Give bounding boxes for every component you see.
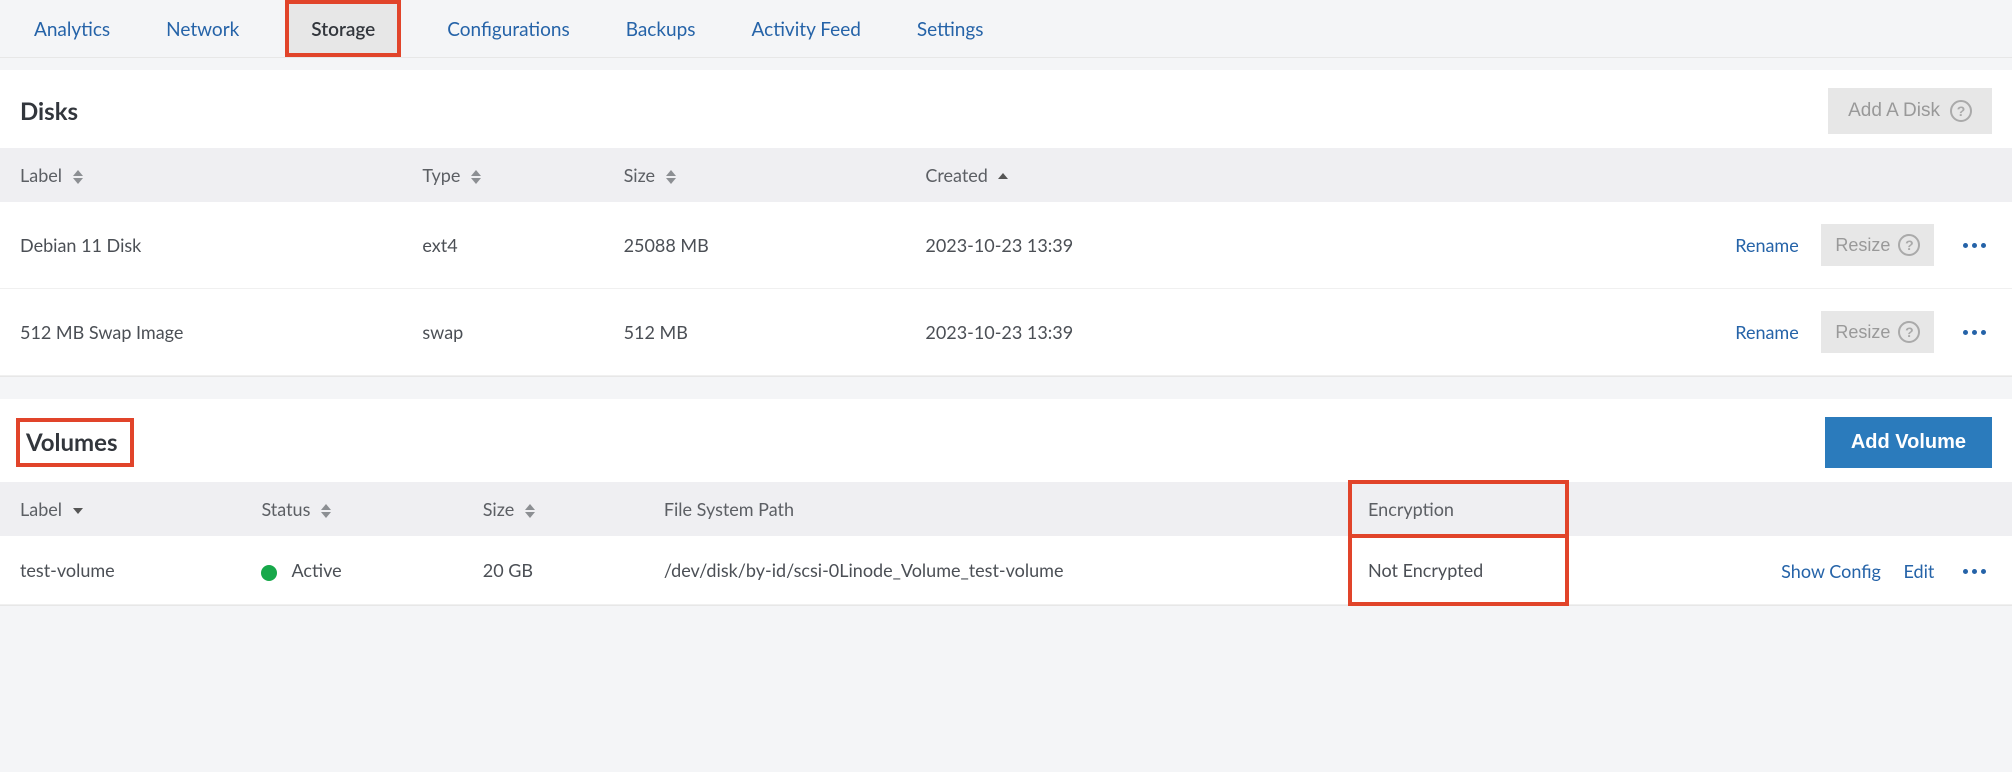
rename-link[interactable]: Rename (1735, 321, 1799, 343)
add-disk-label: Add A Disk (1848, 100, 1940, 122)
resize-label: Resize (1835, 322, 1890, 343)
disks-col-type[interactable]: Type (402, 148, 603, 202)
table-row: 512 MB Swap Image swap 512 MB 2023-10-23… (0, 289, 2012, 376)
sort-desc-icon (73, 508, 83, 514)
volumes-col-encryption[interactable]: Encryption (1348, 482, 1569, 536)
volumes-col-encryption-text: Encryption (1368, 498, 1454, 520)
disks-section: Disks Add A Disk ? Label Type Size (0, 70, 2012, 377)
disk-type: ext4 (402, 202, 603, 289)
disk-label: Debian 11 Disk (0, 202, 402, 289)
sort-asc-icon (998, 173, 1008, 181)
tab-network[interactable]: Network (156, 0, 249, 57)
sort-icon (471, 170, 481, 184)
disks-col-created-text: Created (925, 164, 987, 186)
tab-activity-feed[interactable]: Activity Feed (742, 0, 871, 57)
edit-link[interactable]: Edit (1904, 560, 1935, 582)
disks-title: Disks (20, 97, 78, 126)
status-active-icon (261, 565, 277, 581)
disks-col-size[interactable]: Size (604, 148, 906, 202)
disks-col-label-text: Label (20, 164, 62, 186)
add-volume-button[interactable]: Add Volume (1825, 417, 1992, 468)
tab-configurations[interactable]: Configurations (437, 0, 579, 57)
volumes-col-fspath[interactable]: File System Path (644, 482, 1348, 536)
tab-backups[interactable]: Backups (616, 0, 706, 57)
volumes-col-size-text: Size (483, 498, 514, 520)
disk-size: 512 MB (604, 289, 906, 376)
volume-encryption: Not Encrypted (1348, 536, 1569, 605)
more-actions-icon[interactable] (1957, 563, 1992, 580)
disk-type: swap (402, 289, 603, 376)
disks-col-created[interactable]: Created (905, 148, 1408, 202)
table-row: Debian 11 Disk ext4 25088 MB 2023-10-23 … (0, 202, 2012, 289)
more-actions-icon[interactable] (1957, 237, 1992, 254)
resize-button[interactable]: Resize ? (1821, 224, 1934, 266)
volumes-title: Volumes (16, 418, 134, 467)
disks-col-label[interactable]: Label (0, 148, 402, 202)
volume-label: test-volume (0, 536, 241, 605)
tab-bar: Analytics Network Storage Configurations… (0, 0, 2012, 58)
volumes-col-status-text: Status (261, 498, 310, 520)
rename-link[interactable]: Rename (1735, 234, 1799, 256)
help-icon: ? (1898, 321, 1920, 343)
volumes-col-fspath-text: File System Path (664, 498, 794, 520)
volume-size: 20 GB (463, 536, 644, 605)
sort-icon (73, 170, 83, 184)
volume-status-text: Active (291, 559, 341, 581)
volumes-table: Label Status Size File System Path Encry… (0, 482, 2012, 605)
sort-icon (525, 504, 535, 518)
resize-button[interactable]: Resize ? (1821, 311, 1934, 353)
show-config-link[interactable]: Show Config (1781, 560, 1881, 582)
help-icon: ? (1898, 234, 1920, 256)
volumes-col-status[interactable]: Status (241, 482, 462, 536)
volume-fspath: /dev/disk/by-id/scsi-0Linode_Volume_test… (644, 536, 1348, 605)
table-row: test-volume Active 20 GB /dev/disk/by-id… (0, 536, 2012, 605)
volume-status: Active (241, 536, 462, 605)
disk-created: 2023-10-23 13:39 (905, 289, 1408, 376)
tab-analytics[interactable]: Analytics (24, 0, 120, 57)
disk-created: 2023-10-23 13:39 (905, 202, 1408, 289)
sort-icon (321, 504, 331, 518)
disks-col-size-text: Size (624, 164, 655, 186)
disk-label: 512 MB Swap Image (0, 289, 402, 376)
volumes-col-size[interactable]: Size (463, 482, 644, 536)
tab-settings[interactable]: Settings (907, 0, 994, 57)
disks-table: Label Type Size Created (0, 148, 2012, 376)
disk-size: 25088 MB (604, 202, 906, 289)
more-actions-icon[interactable] (1957, 324, 1992, 341)
volumes-col-label[interactable]: Label (0, 482, 241, 536)
volumes-col-label-text: Label (20, 498, 62, 520)
tab-storage-highlight: Storage (285, 0, 401, 57)
help-icon: ? (1950, 100, 1972, 122)
tab-storage[interactable]: Storage (289, 4, 397, 53)
add-disk-button[interactable]: Add A Disk ? (1828, 88, 1992, 134)
disks-col-type-text: Type (422, 164, 460, 186)
resize-label: Resize (1835, 235, 1890, 256)
sort-icon (666, 170, 676, 184)
volumes-section: Volumes Add Volume Label Status Size (0, 399, 2012, 606)
